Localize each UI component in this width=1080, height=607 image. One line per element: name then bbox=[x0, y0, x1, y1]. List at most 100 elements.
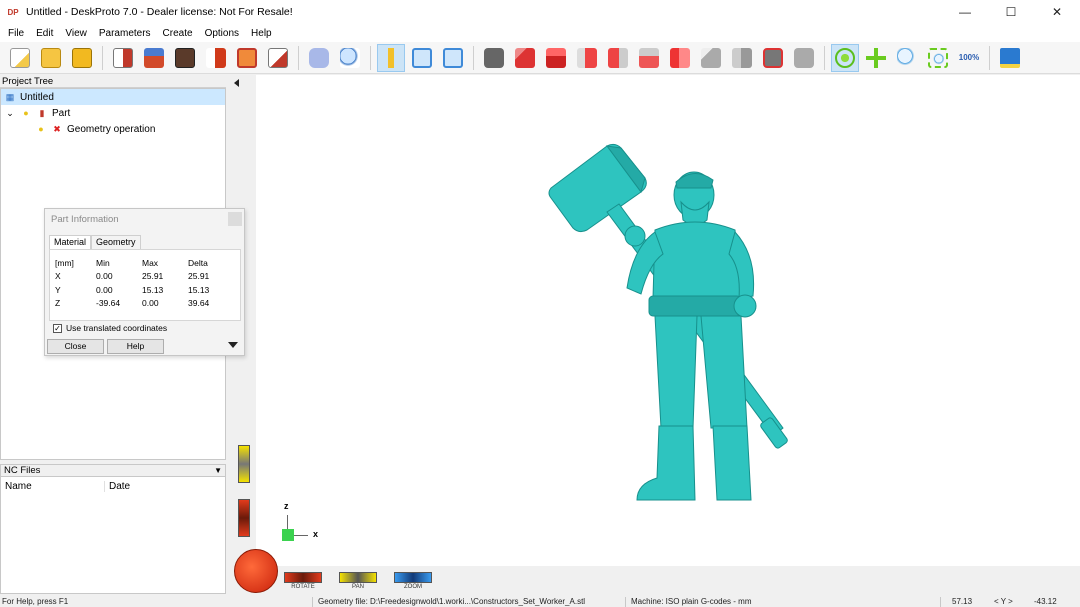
menu-parameters[interactable]: Parameters bbox=[93, 28, 157, 39]
erase-button[interactable] bbox=[305, 44, 333, 72]
tree-item-project[interactable]: ▦ Untitled bbox=[1, 89, 225, 105]
part-info-button[interactable] bbox=[377, 43, 405, 72]
camera-icon bbox=[484, 47, 504, 68]
menu-options[interactable]: Options bbox=[199, 28, 245, 39]
nc-files-column-headers: Name Date bbox=[1, 477, 225, 495]
collapse-chevron-icon[interactable]: ⌄ bbox=[4, 107, 16, 119]
menu-help[interactable]: Help bbox=[245, 28, 278, 39]
toolbar-separator bbox=[824, 45, 825, 70]
rotate-mode-button[interactable] bbox=[831, 43, 859, 72]
collapse-panel-arrow-icon[interactable] bbox=[234, 79, 239, 87]
dialog-close-icon[interactable] bbox=[228, 212, 242, 226]
pan-mode-button[interactable] bbox=[862, 44, 890, 72]
dialog-title: Part Information bbox=[51, 213, 119, 225]
reset-view-button[interactable] bbox=[790, 44, 818, 72]
status-coord-label: < Y > bbox=[994, 597, 1013, 606]
camera-reset-icon bbox=[794, 47, 814, 68]
table-cell: -39.64 bbox=[96, 298, 121, 309]
app-logo-icon[interactable]: DP bbox=[6, 5, 20, 19]
project-icon: ▦ bbox=[5, 91, 15, 102]
axis-origin-marker bbox=[282, 529, 294, 541]
menu-file[interactable]: File bbox=[2, 28, 30, 39]
nc-files-header[interactable]: NC Files ▼ bbox=[0, 464, 226, 477]
dialog-tabs: Material Geometry bbox=[49, 235, 141, 249]
operation-icon bbox=[175, 47, 195, 68]
open-file-button[interactable] bbox=[37, 44, 65, 72]
cube-red-front-icon bbox=[577, 47, 597, 68]
table-cell: X bbox=[55, 271, 61, 282]
tree-item-part[interactable]: ⌄ ● ▮ Part bbox=[1, 105, 225, 121]
pan-horizontal-wheel[interactable] bbox=[339, 572, 377, 583]
calculate-icon bbox=[237, 47, 257, 68]
zoom-fit-button[interactable]: 100% bbox=[955, 44, 983, 72]
column-header-name[interactable]: Name bbox=[1, 480, 105, 492]
menu-view[interactable]: View bbox=[59, 28, 93, 39]
menu-edit[interactable]: Edit bbox=[30, 28, 59, 39]
folder-open-icon bbox=[41, 47, 61, 68]
lightbulb-icon[interactable]: ● bbox=[35, 123, 47, 135]
find-button[interactable] bbox=[336, 44, 364, 72]
view-shaded-button[interactable] bbox=[728, 44, 756, 72]
tree-item-operation[interactable]: ● ✖ Geometry operation bbox=[1, 121, 225, 137]
rotate-horizontal-wheel[interactable] bbox=[284, 572, 322, 583]
table-cell: 0.00 bbox=[96, 271, 113, 282]
status-divider bbox=[312, 597, 313, 607]
operation-error-icon: ✖ bbox=[53, 123, 61, 134]
zoom-mode-button[interactable] bbox=[893, 44, 921, 72]
operation-parameters-button[interactable] bbox=[171, 44, 199, 72]
view-iso-button[interactable] bbox=[511, 44, 539, 72]
status-coord-y: -43.12 bbox=[1034, 597, 1057, 606]
translated-coordinates-checkbox[interactable]: ✓ Use translated coordinates bbox=[53, 323, 167, 333]
view-back-button[interactable] bbox=[635, 44, 663, 72]
rotate-vertical-wheel[interactable] bbox=[238, 499, 250, 537]
view-left-button[interactable] bbox=[666, 44, 694, 72]
axis-x-line bbox=[294, 535, 308, 536]
viewport-bottom-strip: ROTATE PAN ZOOM bbox=[230, 566, 1080, 594]
export-nc-button[interactable] bbox=[264, 44, 292, 72]
part-icon: ▮ bbox=[39, 107, 45, 118]
help-manual-button[interactable] bbox=[996, 44, 1024, 72]
pan-arrows-icon bbox=[866, 47, 886, 68]
3d-model[interactable] bbox=[545, 138, 790, 508]
axis-z-label: z bbox=[284, 501, 289, 511]
rotate-dial[interactable] bbox=[234, 549, 278, 593]
checkbox-check-icon[interactable]: ✓ bbox=[53, 323, 62, 333]
rotate-view-button[interactable] bbox=[759, 44, 787, 72]
3d-viewport[interactable]: ROTATE PAN ZOOM z x bbox=[230, 75, 1080, 594]
maximize-button[interactable]: ☐ bbox=[988, 0, 1034, 24]
new-file-button[interactable] bbox=[6, 44, 34, 72]
tab-geometry[interactable]: Geometry bbox=[91, 235, 141, 249]
close-window-button[interactable]: ✕ bbox=[1034, 0, 1080, 24]
minimize-button[interactable]: — bbox=[942, 0, 988, 24]
tab-material[interactable]: Material bbox=[49, 235, 92, 249]
camera-button[interactable] bbox=[480, 44, 508, 72]
save-button[interactable] bbox=[68, 44, 96, 72]
column-header-date[interactable]: Date bbox=[105, 481, 130, 492]
lightbulb-icon[interactable]: ● bbox=[20, 107, 32, 119]
table-row: Z -39.64 0.00 39.64 bbox=[50, 297, 240, 311]
preview-button[interactable] bbox=[439, 44, 467, 72]
help-button[interactable]: Help bbox=[107, 339, 164, 354]
view-front-button[interactable] bbox=[573, 44, 601, 72]
expand-arrow-icon[interactable] bbox=[228, 342, 238, 348]
dropdown-arrow-icon[interactable]: ▼ bbox=[214, 466, 222, 475]
table-cell: 0.00 bbox=[142, 298, 159, 309]
zoom-horizontal-wheel[interactable] bbox=[394, 572, 432, 583]
close-button[interactable]: Close bbox=[47, 339, 104, 354]
tree-item-part-label: Part bbox=[52, 107, 71, 119]
view-right-button[interactable] bbox=[604, 44, 632, 72]
calculate-button[interactable] bbox=[233, 44, 261, 72]
part-parameters-button[interactable] bbox=[140, 44, 168, 72]
window-layout-icon bbox=[412, 47, 432, 68]
table-cell: 25.91 bbox=[188, 271, 210, 282]
toolbar-separator bbox=[989, 45, 990, 70]
toolpath-button[interactable] bbox=[202, 44, 230, 72]
pan-vertical-wheel[interactable] bbox=[238, 445, 250, 483]
import-geometry-button[interactable] bbox=[109, 44, 137, 72]
zoom-window-button[interactable] bbox=[924, 44, 952, 72]
view-bottom-button[interactable] bbox=[697, 44, 725, 72]
layout-button[interactable] bbox=[408, 44, 436, 72]
menu-create[interactable]: Create bbox=[157, 28, 199, 39]
view-top-button[interactable] bbox=[542, 44, 570, 72]
table-header-cell: Min bbox=[96, 257, 110, 268]
